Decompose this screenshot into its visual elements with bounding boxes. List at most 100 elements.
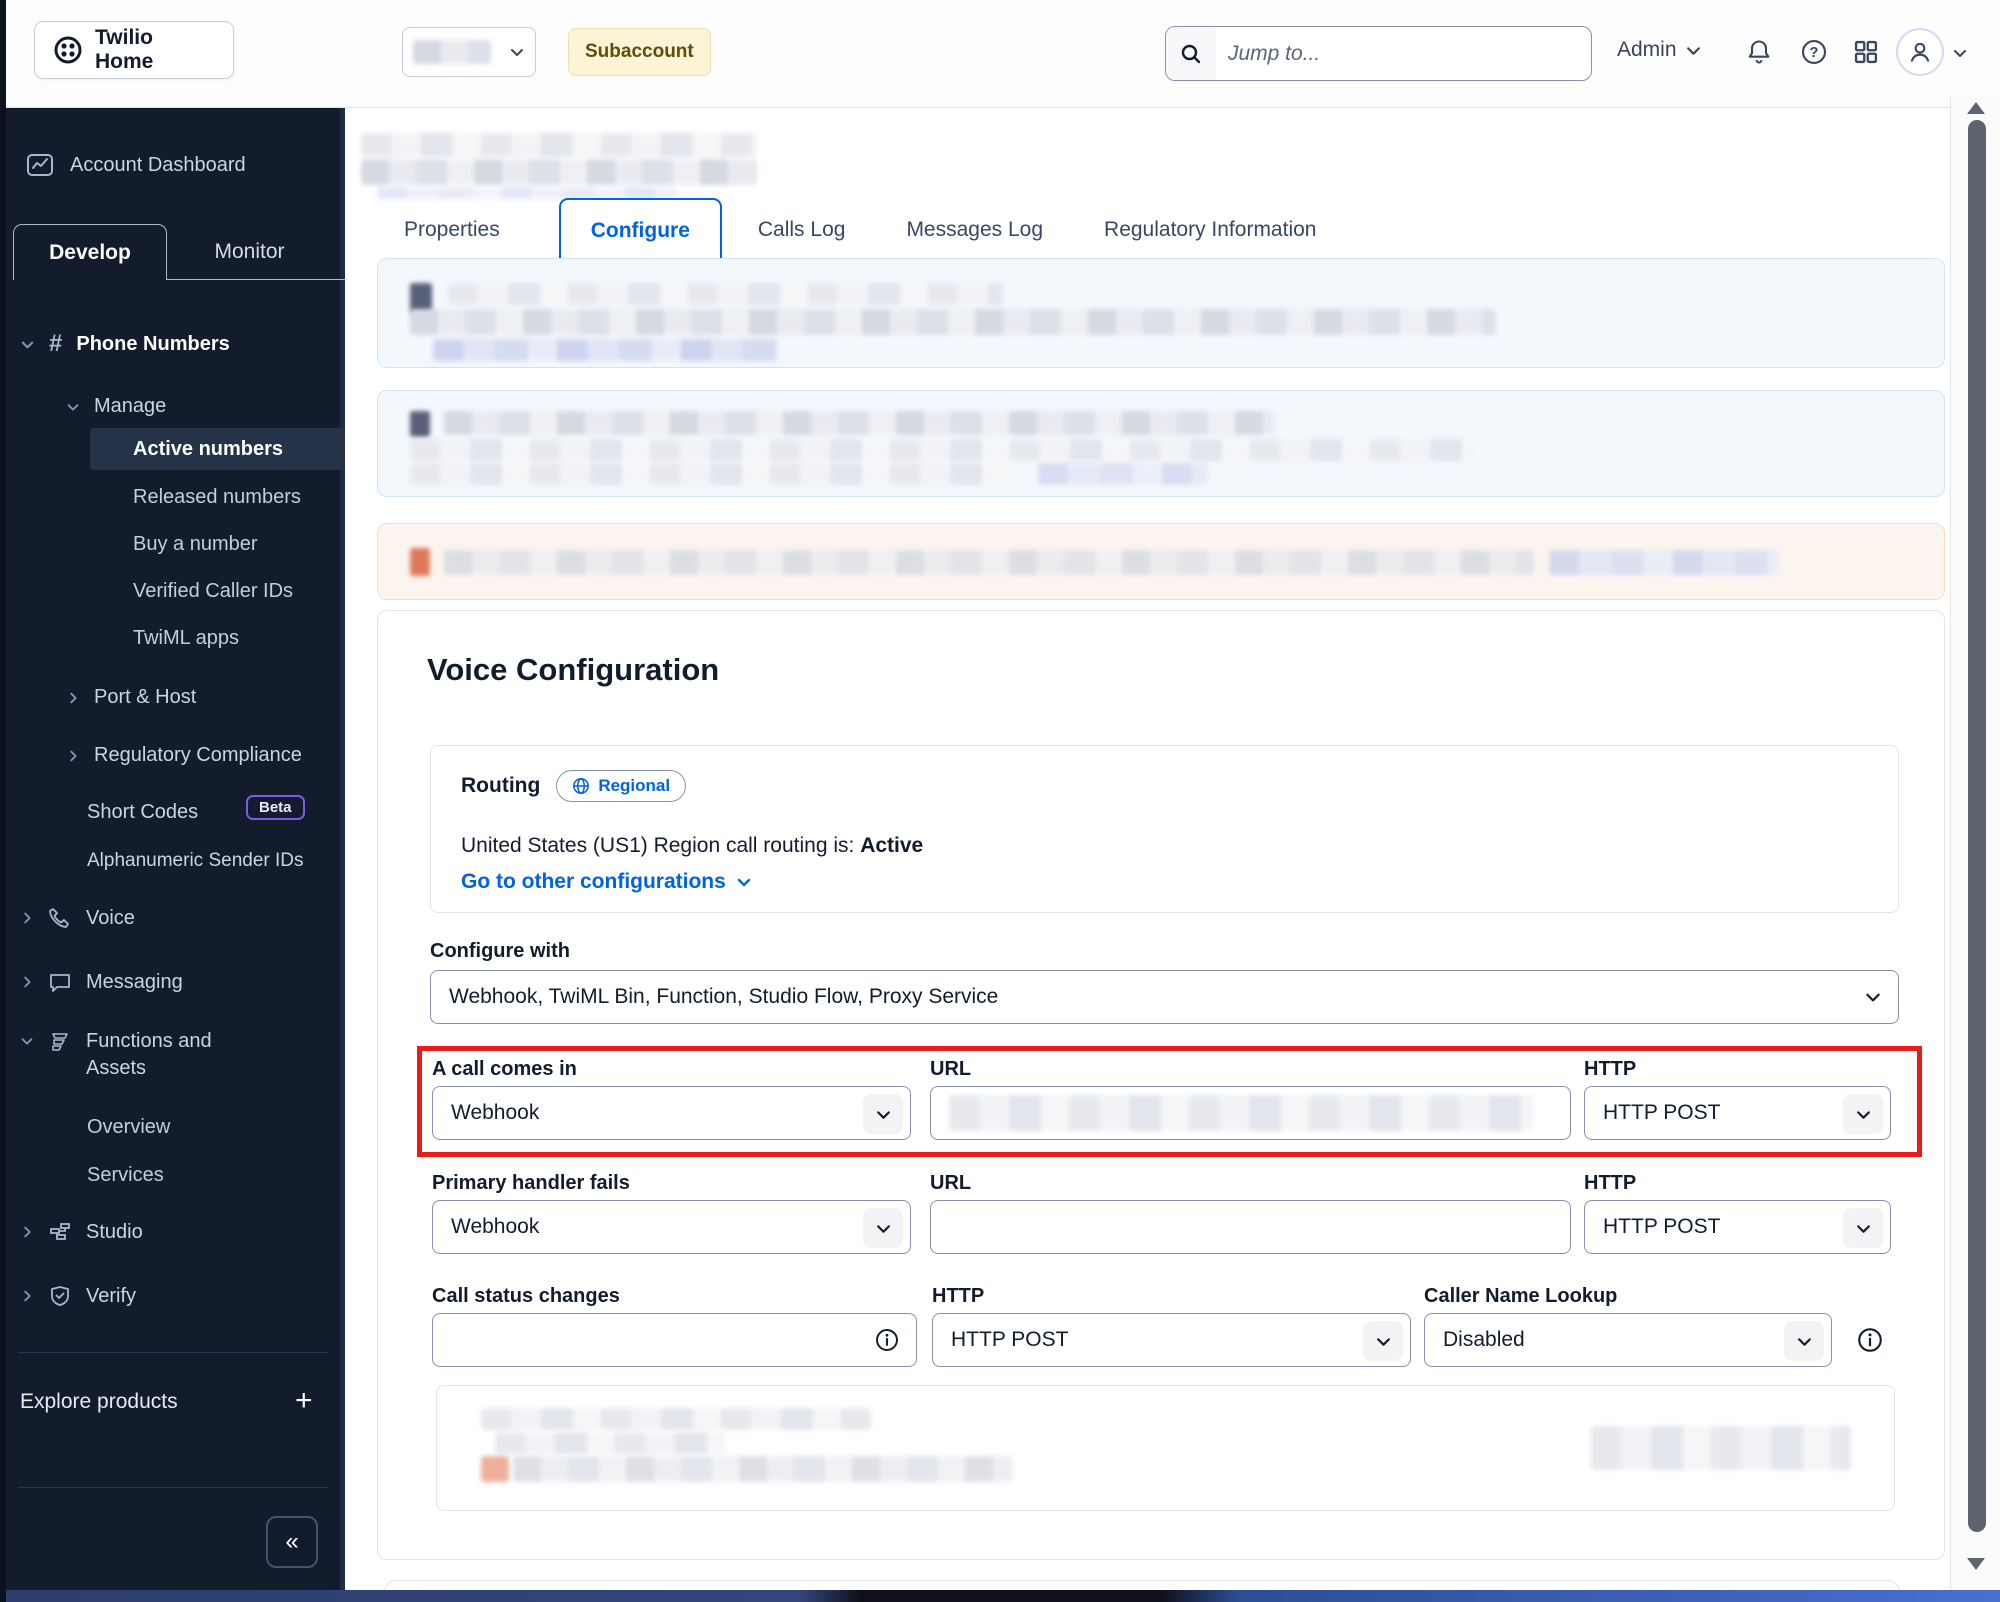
regional-badge[interactable]: Regional: [556, 770, 687, 802]
scroll-up-arrow[interactable]: [1967, 102, 1985, 114]
chevron-down-icon: [1784, 1321, 1824, 1361]
redacted-banner-link: [1549, 550, 1779, 575]
redacted-button[interactable]: [1591, 1426, 1851, 1470]
help-icon[interactable]: ?: [1800, 38, 1828, 71]
subaccount-badge: Subaccount: [568, 28, 711, 76]
warning-icon: [410, 548, 430, 576]
primary-handler-fails-http-select[interactable]: HTTP POST: [1584, 1200, 1891, 1254]
studio-label: Studio: [86, 1220, 143, 1243]
redacted-text: [495, 1432, 725, 1454]
taskbar-edge: [0, 1590, 2000, 1602]
tab-underline: [167, 279, 345, 280]
user-avatar-icon[interactable]: [1896, 28, 1944, 76]
chevron-right-icon: [20, 1289, 34, 1303]
select-value: HTTP POST: [1603, 1215, 1721, 1238]
sidebar-item-verify[interactable]: Verify: [20, 1284, 136, 1308]
sidebar-item-active-numbers[interactable]: Active numbers: [90, 428, 345, 470]
regulatory-compliance-label: Regulatory Compliance: [94, 744, 302, 766]
scrollbar-thumb[interactable]: [1968, 120, 1986, 1532]
sidebar-item-voice[interactable]: Voice: [20, 906, 135, 930]
sidebar-item-studio[interactable]: Studio: [20, 1220, 143, 1244]
primary-handler-fails-label: Primary handler fails: [432, 1172, 630, 1194]
sidebar-item-short-codes[interactable]: Short Codes: [87, 801, 198, 824]
a-call-comes-in-select[interactable]: Webhook: [432, 1086, 911, 1140]
redacted-text: [513, 1456, 1013, 1482]
redacted-banner-text: [410, 439, 1480, 461]
sidebar-item-regulatory-compliance[interactable]: Regulatory Compliance: [66, 744, 302, 767]
redacted-url-value: [949, 1095, 1534, 1131]
tab-calls-log[interactable]: Calls Log: [756, 218, 848, 242]
admin-menu[interactable]: Admin: [1617, 38, 1702, 62]
caller-name-lookup-select[interactable]: Disabled: [1424, 1313, 1832, 1367]
chevron-down-icon: [509, 44, 525, 60]
info-icon[interactable]: [1856, 1326, 1884, 1359]
a-call-comes-in-http-select[interactable]: HTTP POST: [1584, 1086, 1891, 1140]
studio-flow-icon: [48, 1220, 72, 1244]
sidebar-item-port-host[interactable]: Port & Host: [66, 686, 196, 709]
explore-products-label[interactable]: Explore products: [20, 1390, 178, 1414]
a-call-comes-in-url-input[interactable]: [930, 1086, 1571, 1140]
dashboard-icon: [26, 152, 54, 178]
regional-badge-label: Regional: [598, 776, 671, 795]
call-status-changes-http-select[interactable]: HTTP POST: [932, 1313, 1411, 1367]
http-label: HTTP: [1584, 1172, 1637, 1194]
tab-develop[interactable]: Develop: [13, 224, 167, 280]
routing-status-text: United States (US1) Region call routing …: [461, 834, 855, 857]
primary-handler-fails-url-input[interactable]: [930, 1200, 1571, 1254]
functions-assets-label: Functions and Assets: [86, 1030, 212, 1079]
hash-icon: #: [49, 330, 63, 357]
page-tabs: Properties Configure Calls Log Messages …: [402, 198, 1375, 262]
tab-properties[interactable]: Properties: [402, 218, 502, 242]
redacted-banner-text: [448, 283, 1003, 305]
sidebar-item-functions-assets[interactable]: Functions and Assets: [20, 1028, 246, 1082]
messaging-label: Messaging: [86, 970, 183, 993]
sidebar-item-released-numbers[interactable]: Released numbers: [133, 486, 301, 509]
select-value: HTTP POST: [1603, 1101, 1721, 1124]
sidebar-item-phone-numbers[interactable]: # Phone Numbers: [20, 330, 230, 358]
redacted-banner-text: [410, 463, 1010, 485]
configure-with-label: Configure with: [430, 940, 570, 962]
configure-with-select[interactable]: Webhook, TwiML Bin, Function, Studio Flo…: [430, 970, 1899, 1024]
sidebar-item-messaging[interactable]: Messaging: [20, 970, 183, 994]
routing-status-value: Active: [860, 834, 924, 857]
caller-name-lookup-label: Caller Name Lookup: [1424, 1285, 1618, 1307]
redacted-page-title: [361, 133, 757, 157]
info-banner: [377, 258, 1945, 368]
sidebar-item-buy-a-number[interactable]: Buy a number: [133, 533, 258, 556]
primary-handler-fails-select[interactable]: Webhook: [432, 1200, 911, 1254]
tab-configure[interactable]: Configure: [558, 198, 722, 262]
select-value: Webhook: [451, 1101, 540, 1124]
twilio-home-button[interactable]: Twilio Home: [34, 21, 234, 79]
sidebar-item-alphanumeric-sender-ids[interactable]: Alphanumeric Sender IDs: [87, 850, 304, 872]
go-to-other-configurations-link[interactable]: Go to other configurations: [461, 870, 752, 894]
sidebar-item-verified-caller-ids[interactable]: Verified Caller IDs: [133, 580, 293, 603]
tab-regulatory-information[interactable]: Regulatory Information: [1102, 218, 1318, 242]
sidebar-item-services[interactable]: Services: [87, 1164, 164, 1187]
http-label: HTTP: [1584, 1058, 1637, 1080]
port-host-label: Port & Host: [94, 686, 197, 708]
scroll-down-arrow[interactable]: [1967, 1558, 1985, 1570]
info-icon[interactable]: [874, 1327, 900, 1353]
search-icon: [1166, 27, 1216, 80]
scrollbar[interactable]: [1950, 96, 2000, 1602]
sidebar-item-overview[interactable]: Overview: [87, 1116, 170, 1139]
call-status-changes-input[interactable]: [432, 1313, 917, 1367]
jump-to-search[interactable]: [1165, 26, 1592, 81]
notifications-bell-icon[interactable]: [1745, 38, 1773, 71]
sidebar-item-account-dashboard[interactable]: Account Dashboard: [26, 152, 246, 178]
redacted-text: [481, 1408, 871, 1430]
manage-label: Manage: [94, 395, 167, 417]
collapse-sidebar-button[interactable]: «: [266, 1516, 318, 1568]
account-selector[interactable]: [402, 27, 536, 77]
plus-icon[interactable]: +: [295, 1384, 313, 1418]
search-input[interactable]: [1216, 27, 1591, 80]
sidebar-item-twiml-apps[interactable]: TwiML apps: [133, 627, 239, 650]
tab-monitor[interactable]: Monitor: [167, 224, 332, 280]
sidebar-item-manage[interactable]: Manage: [66, 395, 166, 418]
apps-grid-icon[interactable]: [1852, 38, 1880, 71]
chevron-down-icon[interactable]: [1952, 45, 1968, 66]
redacted-page-title: [361, 159, 757, 185]
chevron-down-icon: [1843, 1208, 1883, 1248]
tab-messages-log[interactable]: Messages Log: [904, 218, 1045, 242]
svg-text:?: ?: [1810, 45, 1819, 61]
